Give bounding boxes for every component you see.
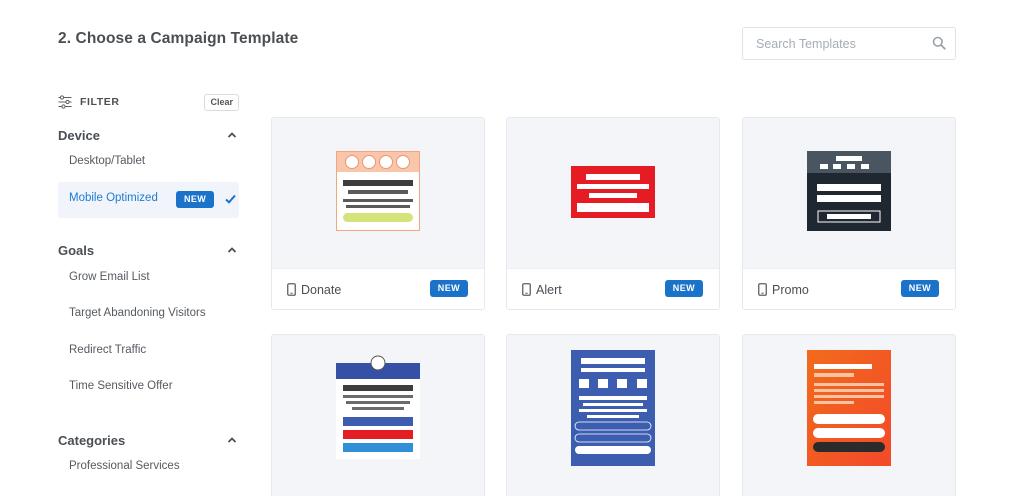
new-badge: NEW xyxy=(429,280,468,297)
filter-item-label: Target Abandoning Visitors xyxy=(69,307,206,319)
template-preview xyxy=(507,118,719,268)
filter-item-label: Redirect Traffic xyxy=(69,344,147,356)
page-title: 2. Choose a Campaign Template xyxy=(58,30,299,47)
template-preview xyxy=(272,118,484,268)
filter-label: FILTER xyxy=(80,96,120,108)
filter-item-label: Professional Services xyxy=(69,460,180,472)
filter-device-mobile-optimized[interactable]: Mobile Optimized NEW xyxy=(58,182,239,218)
template-preview xyxy=(743,335,955,496)
mobile-icon xyxy=(287,283,296,296)
mobile-icon xyxy=(522,283,531,296)
filter-category-professional-services[interactable]: Professional Services xyxy=(58,450,239,486)
template-preview xyxy=(507,335,719,496)
chevron-up-icon xyxy=(227,247,237,253)
chevron-up-icon xyxy=(227,437,237,443)
search-box xyxy=(742,27,956,60)
template-card-donate[interactable]: Donate NEW xyxy=(271,117,485,310)
donate-template-thumbnail xyxy=(336,151,420,231)
filter-goal-redirect-traffic[interactable]: Redirect Traffic xyxy=(58,334,239,370)
device-group-toggle[interactable]: Device xyxy=(58,127,239,145)
template-chooser-page: 2. Choose a Campaign Template FILTER Cle… xyxy=(0,0,1024,496)
new-badge: NEW xyxy=(664,280,703,297)
clear-filters-button[interactable]: Clear xyxy=(204,94,239,111)
template-card-footer: Alert NEW xyxy=(507,268,719,309)
filter-goal-target-abandoning-visitors[interactable]: Target Abandoning Visitors xyxy=(58,297,239,333)
template-preview xyxy=(743,118,955,268)
filter-sliders-icon xyxy=(58,95,72,109)
filter-goal-grow-email-list[interactable]: Grow Email List xyxy=(58,261,239,297)
new-badge: NEW xyxy=(900,280,939,297)
categories-group-toggle[interactable]: Categories xyxy=(58,432,239,450)
filter-item-label: Grow Email List xyxy=(69,271,150,283)
filter-item-label: Desktop/Tablet xyxy=(69,155,146,167)
template-card-6[interactable] xyxy=(742,334,956,496)
template-card-alert[interactable]: Alert NEW xyxy=(506,117,720,310)
form-template-thumbnail xyxy=(336,355,420,459)
mobile-icon xyxy=(758,283,767,296)
orange-form-template-thumbnail xyxy=(807,350,891,466)
goals-heading: Goals xyxy=(58,243,95,258)
categories-heading: Categories xyxy=(58,433,126,448)
filter-header: FILTER Clear xyxy=(58,94,239,111)
template-name: Alert xyxy=(536,283,562,297)
template-preview xyxy=(272,335,484,496)
template-card-4[interactable] xyxy=(271,334,485,496)
chevron-up-icon xyxy=(227,132,237,138)
countdown-template-thumbnail xyxy=(571,350,655,466)
filter-item-label: Time Sensitive Offer xyxy=(69,380,173,392)
filter-device-desktop-tablet[interactable]: Desktop/Tablet xyxy=(58,145,239,181)
goals-group-toggle[interactable]: Goals xyxy=(58,242,239,260)
promo-template-thumbnail xyxy=(807,151,891,231)
template-card-promo[interactable]: Promo NEW xyxy=(742,117,956,310)
template-card-5[interactable] xyxy=(506,334,720,496)
checkmark-icon xyxy=(225,194,236,204)
search-input[interactable] xyxy=(743,28,923,59)
template-name: Promo xyxy=(772,283,809,297)
alert-template-thumbnail xyxy=(571,166,655,218)
filter-item-label: Mobile Optimized xyxy=(69,192,158,204)
template-card-footer: Promo NEW xyxy=(743,268,955,309)
new-badge: NEW xyxy=(176,191,215,208)
filter-goal-time-sensitive-offer[interactable]: Time Sensitive Offer xyxy=(58,370,239,406)
template-card-footer: Donate NEW xyxy=(272,268,484,309)
device-heading: Device xyxy=(58,128,100,143)
template-name: Donate xyxy=(301,283,342,297)
search-icon[interactable] xyxy=(932,36,946,50)
